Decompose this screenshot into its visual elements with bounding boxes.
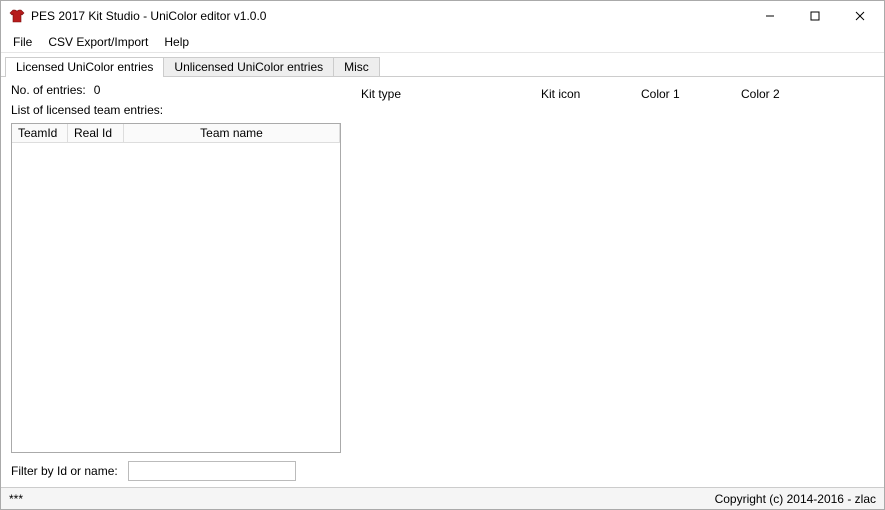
filter-input[interactable] [128,461,296,481]
maximize-button[interactable] [792,2,837,30]
tabstrip: Licensed UniColor entries Unlicensed Uni… [1,53,884,76]
tabstrip-container: Licensed UniColor entries Unlicensed Uni… [1,53,884,77]
entries-count-label: No. of entries: [11,83,86,97]
menu-file[interactable]: File [5,33,40,51]
column-teamname[interactable]: Team name [124,124,340,142]
column-teamid[interactable]: TeamId [12,124,68,142]
close-button[interactable] [837,2,882,30]
tab-misc[interactable]: Misc [333,57,380,76]
tab-licensed[interactable]: Licensed UniColor entries [5,57,164,77]
tab-unlicensed[interactable]: Unlicensed UniColor entries [163,57,334,76]
column-kit-icon: Kit icon [541,87,641,101]
column-kit-type: Kit type [361,87,541,101]
window-title: PES 2017 Kit Studio - UniColor editor v1… [31,9,747,23]
status-left: *** [9,492,23,506]
titlebar: PES 2017 Kit Studio - UniColor editor v1… [1,1,884,31]
menu-help[interactable]: Help [156,33,197,51]
column-realid[interactable]: Real Id [68,124,124,142]
menubar: File CSV Export/Import Help [1,31,884,53]
client-area: No. of entries: 0 List of licensed team … [1,77,884,487]
left-pane: No. of entries: 0 List of licensed team … [11,83,341,481]
app-window: PES 2017 Kit Studio - UniColor editor v1… [0,0,885,510]
status-copyright: Copyright (c) 2014-2016 - zlac [715,492,876,506]
entries-count-value: 0 [94,83,101,97]
minimize-button[interactable] [747,2,792,30]
entries-count-row: No. of entries: 0 [11,83,341,97]
filter-row: Filter by Id or name: [11,461,341,481]
detail-columns: Kit type Kit icon Color 1 Color 2 [361,87,874,101]
list-body[interactable] [12,143,340,452]
statusbar: *** Copyright (c) 2014-2016 - zlac [1,487,884,509]
filter-label: Filter by Id or name: [11,464,118,478]
list-header: TeamId Real Id Team name [12,124,340,143]
app-shirt-icon [9,8,25,24]
right-pane: Kit type Kit icon Color 1 Color 2 [361,83,874,481]
column-color-2: Color 2 [741,87,841,101]
team-entries-list[interactable]: TeamId Real Id Team name [11,123,341,453]
list-title: List of licensed team entries: [11,103,163,117]
list-title-row: List of licensed team entries: [11,103,341,117]
column-color-1: Color 1 [641,87,741,101]
menu-csv-export-import[interactable]: CSV Export/Import [40,33,156,51]
